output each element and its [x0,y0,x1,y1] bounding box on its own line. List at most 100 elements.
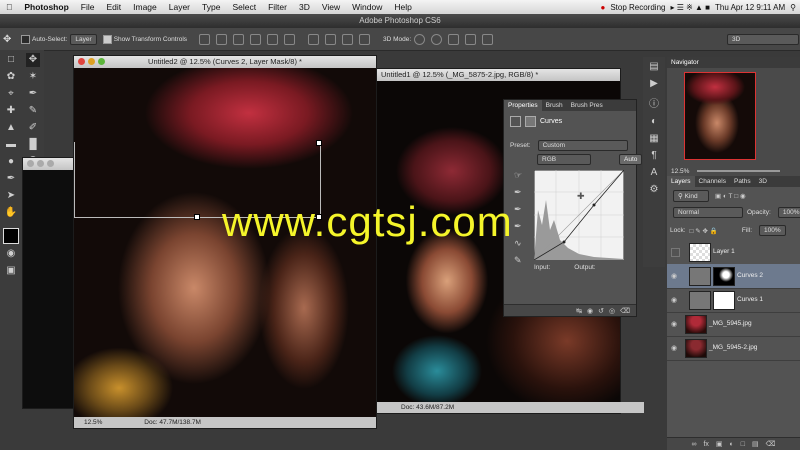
show-transform-checkbox[interactable] [102,34,112,44]
history-panel-icon[interactable]: ▤ [649,61,658,72]
menu-edit[interactable]: Edit [100,2,127,12]
reset-icon[interactable]: ↺ [598,307,604,315]
apple-icon[interactable]:  [0,2,18,12]
tab-paths[interactable]: Paths [730,176,755,187]
fill-input[interactable]: 100% [759,225,786,236]
marquee-tool-icon[interactable]: □ [4,53,18,67]
quick-mask-icon[interactable]: ◉ [4,247,18,261]
pen-tool-icon[interactable]: ✒ [4,172,18,186]
distribute-icon[interactable] [308,33,320,45]
clip-to-layer-icon[interactable]: ↹ [576,307,582,315]
eye-icon[interactable]: ◉ [671,272,677,280]
3d-slide-icon[interactable] [465,33,477,45]
layer-visibility-empty[interactable] [671,248,680,257]
new-adjustment-icon[interactable]: ◐ [730,441,734,448]
stop-recording-label[interactable]: Stop Recording [610,3,665,12]
menu-type[interactable]: Type [196,2,226,12]
doc-background-titlebar[interactable] [23,158,75,170]
filter-kind-dropdown[interactable]: ⚲ Kind [673,190,709,202]
new-layer-icon[interactable]: ▤ [752,440,759,448]
eye-icon[interactable]: ◉ [671,296,677,304]
zoom-slider[interactable] [697,170,780,172]
layer-name[interactable]: Layer 1 [713,248,735,255]
layer-row-layer-1[interactable]: Layer 1 [667,240,800,265]
menu-view[interactable]: View [316,2,346,12]
foreground-color-swatch[interactable] [3,228,19,244]
new-group-icon[interactable]: □ [741,441,745,448]
distribute-icon-2[interactable] [325,33,337,45]
actions-panel-icon[interactable]: ▶ [650,78,658,89]
eraser-tool-icon[interactable]: ▬ [4,138,18,152]
tab-channels[interactable]: Channels [695,176,730,187]
eye-icon[interactable]: ◉ [671,320,677,328]
info-panel-icon[interactable]: ⓘ [649,95,659,110]
auto-select-dropdown[interactable]: Layer [70,33,97,45]
align-left-icon[interactable] [250,33,262,45]
align-middle-icon[interactable] [216,33,228,45]
link-layers-icon[interactable]: ∞ [691,441,696,448]
doc2-title[interactable]: Untitled1 @ 12.5% (_MG_5875-2.jpg, RGB/8… [377,69,620,81]
tab-3d[interactable]: 3D [755,176,771,187]
zoom-button[interactable] [98,58,105,65]
align-bottom-icon[interactable] [233,33,245,45]
clock[interactable]: Thu Apr 12 9:11 AM [715,3,785,12]
eyedropper-icon[interactable]: ✒ [26,87,40,101]
channel-dropdown[interactable]: RGB [537,154,591,165]
sample-white-icon[interactable]: ✒ [514,221,522,232]
close-button[interactable] [78,58,85,65]
menu-3d[interactable]: 3D [293,2,316,12]
tab-layers[interactable]: Layers [667,176,695,187]
app-menu[interactable]: Photoshop [18,2,74,12]
layer-style-icon[interactable]: fx [703,441,708,448]
navigator-zoom[interactable]: 12.5% [671,168,689,175]
stamp-tool-icon[interactable]: ▲ [4,121,18,135]
add-mask-icon[interactable]: ▣ [716,440,723,448]
layer-name[interactable]: Curves 1 [737,296,763,303]
spotlight-icon[interactable]: ⚲ [790,3,796,12]
layer-mask-thumbnail[interactable] [713,267,735,286]
layer-row-mg-5945[interactable]: ◉ _MG_5945.jpg [667,312,800,337]
menu-window[interactable]: Window [346,2,388,12]
brush-tool-icon[interactable]: ✎ [26,104,40,118]
layer-row-curves-1[interactable]: ◉ Curves 1 [667,288,800,313]
healing-tool-icon[interactable]: ✚ [4,104,18,118]
adjustments-panel-icon[interactable]: ◐ [651,116,657,127]
auto-button[interactable]: Auto [619,154,643,165]
doc1-titlebar[interactable]: Untitled2 @ 12.5% (Curves 2, Layer Mask/… [74,56,376,68]
edit-points-icon[interactable]: ∿ [514,238,522,249]
navigator-thumbnail[interactable] [684,72,756,160]
layer-mask-icon[interactable] [525,116,536,127]
3d-drag-icon[interactable] [448,33,460,45]
align-right-icon[interactable] [284,33,296,45]
3d-scale-icon[interactable] [482,33,494,45]
layer-row-curves-2[interactable]: ◉ Curves 2 [667,264,800,289]
tool-presets-icon[interactable]: ⚙ [650,184,659,195]
lock-icons[interactable]: □ ✎ ✥ 🔒 [690,227,718,235]
filter-icons[interactable]: ▣ ◐ T □ ◉ [715,192,746,200]
menu-layer[interactable]: Layer [163,2,196,12]
view-previous-icon[interactable]: ◉ [587,307,593,315]
history-brush-icon[interactable]: ✐ [26,121,40,135]
on-image-adjust-icon[interactable]: ☞ [514,170,522,181]
transform-handle[interactable] [316,140,322,146]
align-top-icon[interactable] [199,33,211,45]
3d-roll-icon[interactable] [431,33,443,45]
menu-help[interactable]: Help [388,2,417,12]
screen-mode-icon[interactable]: ▣ [4,264,18,278]
crop-tool-icon[interactable]: ⌖ [4,87,18,101]
navigator-tab[interactable]: Navigator [671,59,699,66]
distribute-icon-4[interactable] [359,33,371,45]
tab-brush-presets[interactable]: Brush Pres [567,100,607,111]
align-center-icon[interactable] [267,33,279,45]
delete-icon[interactable]: ⌫ [620,307,630,315]
doc-window-background[interactable] [22,157,76,409]
draw-curve-icon[interactable]: ✎ [514,255,522,266]
doc1-zoom[interactable]: 12.5% [84,419,102,426]
layer-name[interactable]: Curves 2 [737,272,763,279]
distribute-icon-3[interactable] [342,33,354,45]
opacity-input[interactable]: 100% [777,207,800,218]
curves-graph[interactable]: ✚ [534,170,624,260]
curves-adjustment-icon[interactable] [510,116,521,127]
stop-recording-icon[interactable]: ● [600,3,605,12]
sample-gray-icon[interactable]: ✒ [514,204,522,215]
